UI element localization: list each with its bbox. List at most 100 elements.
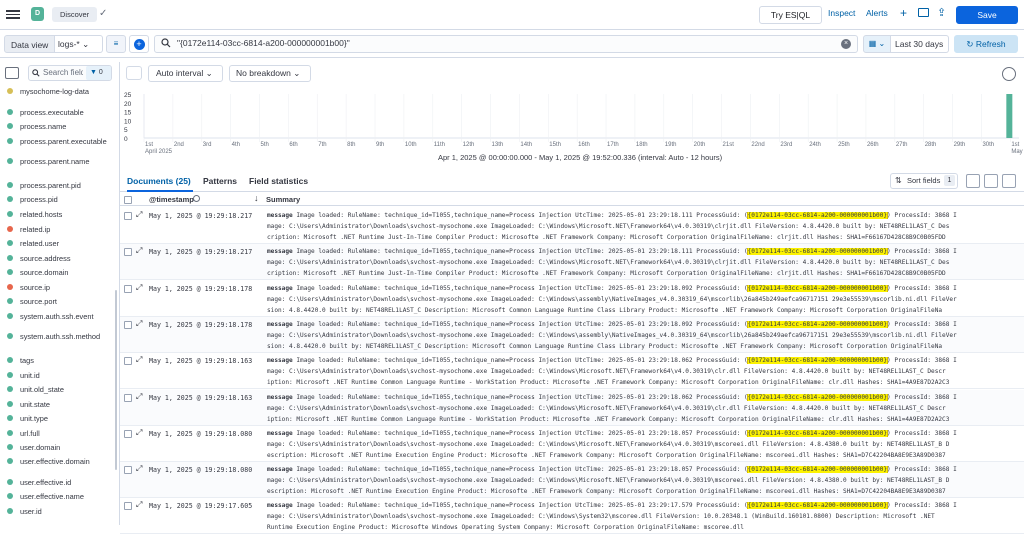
expand-row-icon[interactable]: ⤢	[136, 500, 142, 510]
message-text: Image loaded: RuleName: technique_id=T10…	[296, 393, 748, 401]
clear-icon[interactable]: ×	[841, 39, 851, 49]
date-range[interactable]: Last 30 days	[891, 35, 949, 53]
refresh-icon: ↻	[966, 39, 976, 49]
field-filter-button[interactable]: ▼ 0	[86, 66, 111, 80]
field-name: process.name	[20, 122, 67, 131]
space-avatar[interactable]: D	[31, 7, 44, 21]
histogram-bar[interactable]	[1006, 94, 1013, 138]
expand-row-icon[interactable]: ⤢	[136, 246, 142, 256]
tab-patterns[interactable]: Patterns	[203, 176, 237, 186]
keyboard-icon[interactable]	[966, 174, 980, 188]
field-name: user.id	[20, 507, 42, 516]
table-row[interactable]: ⤢ May 1, 2025 @ 19:29:17.605 message Image…	[120, 498, 1024, 534]
row-summary-line: message Image loaded: RuleName: techniqu…	[267, 320, 1022, 328]
new-search-icon[interactable]: +	[900, 6, 907, 20]
alerts-link[interactable]: Alerts	[866, 8, 888, 18]
search-highlight: {0172e114-03cc-6814-a200-000000001b00}	[746, 320, 889, 328]
x-tick-label: 15th	[549, 142, 561, 148]
fullscreen-icon[interactable]	[1002, 174, 1016, 188]
row-checkbox[interactable]	[124, 429, 132, 438]
refresh-button[interactable]: ↻ Refresh	[954, 35, 1018, 53]
field-type-icon	[7, 123, 13, 129]
breadcrumb-discover[interactable]: Discover	[52, 7, 98, 22]
share-icon[interactable]: ⇪	[937, 6, 946, 19]
sort-desc-icon[interactable]: ↓	[254, 193, 259, 203]
chart-settings-icon[interactable]	[1002, 67, 1016, 81]
add-filter-button[interactable]: +	[129, 35, 149, 53]
expand-row-icon[interactable]: ⤢	[136, 428, 142, 438]
calendar-icon[interactable]: ▦ ⌄	[863, 35, 891, 53]
message-field-label: message	[267, 393, 297, 401]
message-text: ) ProcessId: 3868 I	[887, 429, 957, 437]
expand-row-icon[interactable]: ⤢	[136, 464, 142, 474]
field-name: source.port	[20, 297, 57, 306]
sidebar-toggle-icon[interactable]	[5, 67, 19, 79]
table-row[interactable]: ⤢ May 1, 2025 @ 19:29:18.163 message Image…	[120, 353, 1024, 390]
save-button[interactable]: Save	[956, 6, 1018, 24]
expand-row-icon[interactable]: ⤢	[136, 283, 142, 293]
interval-select[interactable]: Auto interval ⌄	[148, 65, 223, 82]
field-type-icon	[7, 226, 13, 232]
x-tick-label: 5th	[261, 142, 269, 148]
display-settings-icon[interactable]	[984, 174, 998, 188]
table-row[interactable]: ⤢ May 1, 2025 @ 19:29:18.217 message Image…	[120, 244, 1024, 281]
breakdown-select[interactable]: No breakdown ⌄	[229, 65, 311, 82]
row-checkbox[interactable]	[124, 357, 132, 366]
sidebar-scrollbar[interactable]	[115, 290, 117, 470]
message-field-label: message	[267, 429, 297, 437]
column-header-summary[interactable]: Summary	[266, 195, 300, 204]
row-summary-line: mage: C:\Users\Administrator\Downloads\s…	[267, 477, 950, 485]
tab-documents[interactable]: Documents (25)	[127, 176, 191, 186]
row-summary-line: mage: C:\Users\Administrator\Downloads\s…	[267, 295, 957, 303]
filter-options-button[interactable]: ≡	[106, 35, 126, 53]
menu-icon[interactable]	[6, 8, 20, 20]
expand-row-icon[interactable]: ⤢	[136, 210, 142, 220]
row-checkbox[interactable]	[124, 393, 132, 402]
query-text[interactable]: "{0172e114-03cc-6814-a200-000000001b00}"	[177, 38, 350, 48]
try-esql-button[interactable]: Try ES|QL	[759, 6, 822, 24]
x-tick-label: 20th	[694, 142, 706, 148]
table-row[interactable]: ⤢ May 1, 2025 @ 19:29:18.080 message Image…	[120, 462, 1024, 499]
data-view-select[interactable]: logs-* ⌄	[53, 35, 103, 53]
row-checkbox[interactable]	[124, 502, 132, 511]
open-folder-icon[interactable]	[918, 8, 929, 17]
field-name: source.ip	[20, 283, 50, 292]
chevron-down-icon: ⌄	[293, 68, 301, 78]
field-type-icon	[7, 508, 13, 514]
x-tick-label: 29th	[954, 142, 966, 148]
column-header-timestamp[interactable]: @timestamp	[149, 195, 194, 204]
y-tick-label: 15	[124, 110, 132, 117]
select-all-checkbox[interactable]	[124, 196, 132, 204]
row-checkbox[interactable]	[124, 212, 132, 220]
x-tick-label: 2nd	[174, 142, 184, 148]
field-type-icon	[7, 430, 13, 436]
message-text: ) ProcessId: 3868 I	[887, 248, 957, 256]
table-row[interactable]: ⤢ May 1, 2025 @ 19:29:18.178 message Image…	[120, 281, 1024, 317]
row-checkbox[interactable]	[124, 466, 132, 475]
expand-row-icon[interactable]: ⤢	[136, 319, 142, 329]
message-text: ) ProcessId: 3868 I	[887, 393, 957, 401]
row-checkbox[interactable]	[124, 248, 132, 257]
expand-row-icon[interactable]: ⤢	[136, 355, 142, 365]
x-tick-label: 9th	[376, 142, 384, 148]
field-name: user.domain	[20, 443, 61, 452]
search-highlight: {0172e114-03cc-6814-a200-000000001b00}	[746, 248, 889, 256]
x-tick-label: 28th	[925, 142, 937, 148]
table-row[interactable]: ⤢ May 1, 2025 @ 19:29:18.080 message Image…	[120, 426, 1024, 462]
table-row[interactable]: ⤢ May 1, 2025 @ 19:29:18.217 message Image…	[120, 208, 1024, 244]
row-checkbox[interactable]	[124, 284, 132, 293]
row-summary-line: message Image loaded: RuleName: techniqu…	[267, 357, 1022, 365]
clock-icon	[193, 195, 200, 202]
field-name: unit.old_state	[20, 385, 64, 394]
field-name: process.pid	[20, 195, 58, 204]
expand-row-icon[interactable]: ⤢	[136, 392, 142, 402]
table-row[interactable]: ⤢ May 1, 2025 @ 19:29:18.163 message Image…	[120, 389, 1024, 426]
tab-field-statistics[interactable]: Field statistics	[249, 176, 308, 186]
table-row[interactable]: ⤢ May 1, 2025 @ 19:29:18.178 message Image…	[120, 316, 1024, 353]
row-checkbox[interactable]	[124, 320, 132, 329]
row-summary-line: iption: Microsoft .NET Runtime Common La…	[267, 379, 950, 387]
field-type-icon	[7, 458, 13, 464]
chart-toggle-icon[interactable]	[126, 66, 142, 80]
row-summary-line: mage: C:\Users\Administrator\Downloads\s…	[267, 259, 950, 267]
inspect-link[interactable]: Inspect	[828, 8, 855, 18]
